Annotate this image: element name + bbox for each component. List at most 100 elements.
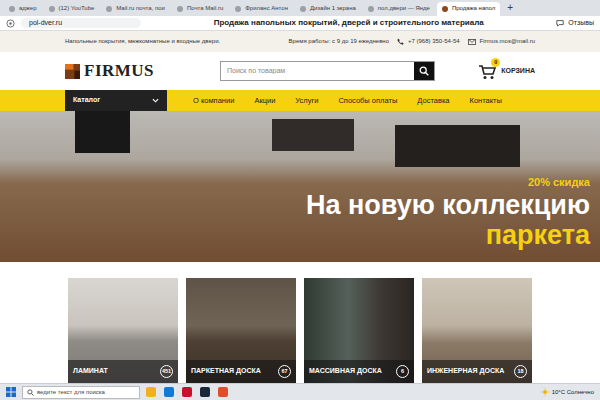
topbar-contacts: Время работы: с 9 до 19 ежедневно +7 (968… bbox=[289, 37, 535, 46]
logo[interactable]: FIRMUS bbox=[65, 62, 205, 81]
reviews-button[interactable]: Отзывы bbox=[556, 18, 594, 29]
email[interactable]: Firmus.mos@mail.ru bbox=[468, 37, 535, 46]
favicon-icon bbox=[235, 6, 241, 12]
mail-icon bbox=[468, 39, 476, 45]
app-icon[interactable] bbox=[164, 387, 174, 397]
nav-link[interactable]: Акции bbox=[254, 95, 275, 106]
browser-tab[interactable]: Дизайн 1 экрана bbox=[295, 2, 361, 16]
browser-tab[interactable]: Продажа напол bbox=[437, 2, 500, 16]
category-name: ЛАМИНАТ bbox=[73, 366, 108, 377]
main-nav: Каталог О компании Акции Услуги Способы опла… bbox=[0, 90, 600, 111]
taskbar-search[interactable]: ведите текст для поиска bbox=[22, 386, 140, 399]
browser-tab[interactable]: Mail.ru почта, пои bbox=[101, 2, 170, 16]
category-name: ПАРКЕТНАЯ ДОСКА bbox=[191, 366, 261, 377]
category-label-bar: МАССИВНАЯ ДОСКА 6 bbox=[304, 360, 414, 383]
weather[interactable]: 10°C Солнечно bbox=[541, 388, 594, 397]
category-card[interactable]: МАССИВНАЯ ДОСКА 6 bbox=[304, 278, 414, 383]
site-info-icon bbox=[6, 19, 15, 28]
favicon-icon bbox=[442, 6, 448, 12]
search-icon bbox=[27, 389, 34, 396]
email-address: Firmus.mos@mail.ru bbox=[480, 37, 535, 46]
browser-tab[interactable]: Почта Mail.ru bbox=[172, 2, 228, 16]
nav-link[interactable]: Способы оплаты bbox=[338, 95, 397, 106]
search-input[interactable] bbox=[221, 62, 414, 80]
logo-text: FIRMUS bbox=[84, 62, 154, 81]
site-header: FIRMUS 0КОРЗИНА bbox=[0, 52, 600, 90]
tab-label: Дизайн 1 экрана bbox=[310, 5, 356, 12]
category-count: 67 bbox=[278, 365, 291, 378]
chat-icon bbox=[556, 19, 564, 27]
favicon-icon bbox=[177, 6, 183, 12]
search-button[interactable] bbox=[414, 62, 434, 80]
hero-title: На новую коллекцию bbox=[306, 190, 590, 220]
browser-tab[interactable]: (12) YouTube bbox=[44, 2, 100, 16]
logo-icon bbox=[65, 64, 80, 79]
hero-title-accent: паркета bbox=[486, 220, 590, 250]
cart-count-badge: 0 bbox=[491, 58, 500, 67]
tab-strip: аджер (12) YouTube Mail.ru почта, пои Почта… bbox=[0, 0, 600, 16]
tab-label: Mail.ru почта, пои bbox=[116, 5, 165, 12]
tab-label: Продажа напол bbox=[452, 5, 495, 12]
page-title: Продажа напольных покрытий, дверей и стр… bbox=[214, 17, 484, 29]
cart-button[interactable]: 0КОРЗИНА bbox=[478, 63, 535, 79]
chevron-down-icon bbox=[152, 98, 159, 103]
phone[interactable]: +7 (968) 350-54-54 bbox=[397, 37, 460, 46]
app-icon[interactable] bbox=[218, 387, 228, 397]
category-count: 18 bbox=[514, 365, 527, 378]
hero-discount: 20% скидка bbox=[528, 176, 590, 189]
favicon-icon bbox=[9, 6, 15, 12]
address-bar: pol-dver.ru Продажа напольных покрытий, д… bbox=[0, 16, 600, 31]
app-icon[interactable] bbox=[200, 387, 210, 397]
category-name: МАССИВНАЯ ДОСКА bbox=[309, 366, 382, 377]
phone-number: +7 (968) 350-54-54 bbox=[408, 37, 460, 46]
favicon-icon bbox=[49, 6, 55, 12]
header-inner: FIRMUS 0КОРЗИНА bbox=[65, 61, 535, 81]
category-count: 6 bbox=[396, 365, 409, 378]
sun-icon bbox=[541, 388, 549, 396]
tab-label: пол.двери — Янде bbox=[378, 5, 430, 12]
favicon-icon bbox=[368, 6, 374, 12]
category-card[interactable]: ЛАМИНАТ 451 bbox=[68, 278, 178, 383]
nav-items: О компании Акции Услуги Способы оплаты Доста… bbox=[193, 95, 502, 106]
favicon-icon bbox=[300, 6, 306, 12]
browser-tab[interactable]: Фриланс Антон bbox=[230, 2, 293, 16]
topbar-inner: Напольные покрытия, межкомнатные и входн… bbox=[65, 37, 535, 46]
nav-link[interactable]: Доставка bbox=[417, 95, 449, 106]
app-icon[interactable] bbox=[182, 387, 192, 397]
browser-tab[interactable]: пол.двери — Янде bbox=[363, 2, 435, 16]
new-tab-button[interactable]: + bbox=[502, 3, 518, 13]
title-area: Продажа напольных покрытий, дверей и стр… bbox=[147, 17, 550, 29]
search-icon bbox=[419, 66, 429, 76]
category-label-bar: ИНЖЕНЕРНАЯ ДОСКА18 bbox=[422, 360, 532, 383]
tab-label: Почта Mail.ru bbox=[187, 5, 223, 12]
browser-tab[interactable]: аджер bbox=[4, 2, 42, 16]
taskbar-search-text: ведите текст для поиска bbox=[37, 388, 105, 397]
category-count: 451 bbox=[160, 365, 173, 378]
category-card[interactable]: ПАРКЕТНАЯ ДОСКА 67 bbox=[186, 278, 296, 383]
search-box bbox=[220, 61, 435, 81]
taskbar: ведите текст для поиска 10°C Солнечно bbox=[0, 383, 600, 400]
tab-label: Фриланс Антон bbox=[245, 5, 288, 12]
app-icon[interactable] bbox=[146, 387, 156, 397]
taskbar-apps bbox=[146, 387, 228, 397]
phone-icon bbox=[397, 38, 404, 45]
category-card[interactable]: ИНЖЕНЕРНАЯ ДОСКА18 bbox=[422, 278, 532, 383]
category-label-bar: ПАРКЕТНАЯ ДОСКА 67 bbox=[186, 360, 296, 383]
hero-banner[interactable]: 20% скидкаНа новую коллекциюпаркета bbox=[0, 111, 600, 262]
catalog-button[interactable]: Каталог bbox=[65, 90, 167, 111]
nav-link[interactable]: О компании bbox=[193, 95, 234, 106]
tab-label: (12) YouTube bbox=[59, 5, 95, 12]
catalog-label: Каталог bbox=[73, 95, 100, 106]
address-field[interactable]: pol-dver.ru bbox=[21, 18, 141, 28]
reviews-label: Отзывы bbox=[568, 18, 594, 29]
favicon-icon bbox=[106, 6, 112, 12]
category-grid: ЛАМИНАТ 451 ПАРКЕТНАЯ ДОСКА 67 МАССИВНАЯ ДОС… bbox=[0, 278, 600, 383]
cart-icon-wrap: 0 bbox=[478, 63, 496, 79]
work-hours: Время работы: с 9 до 19 ежедневно bbox=[289, 37, 389, 46]
nav-link[interactable]: Услуги bbox=[295, 95, 318, 106]
site-topbar: Напольные покрытия, межкомнатные и входн… bbox=[0, 31, 600, 52]
tagline: Напольные покрытия, межкомнатные и входн… bbox=[65, 37, 220, 46]
nav-inner: Каталог О компании Акции Услуги Способы опла… bbox=[65, 90, 535, 111]
nav-link[interactable]: Контакты bbox=[470, 95, 502, 106]
weather-text: 10°C Солнечно bbox=[552, 388, 594, 397]
